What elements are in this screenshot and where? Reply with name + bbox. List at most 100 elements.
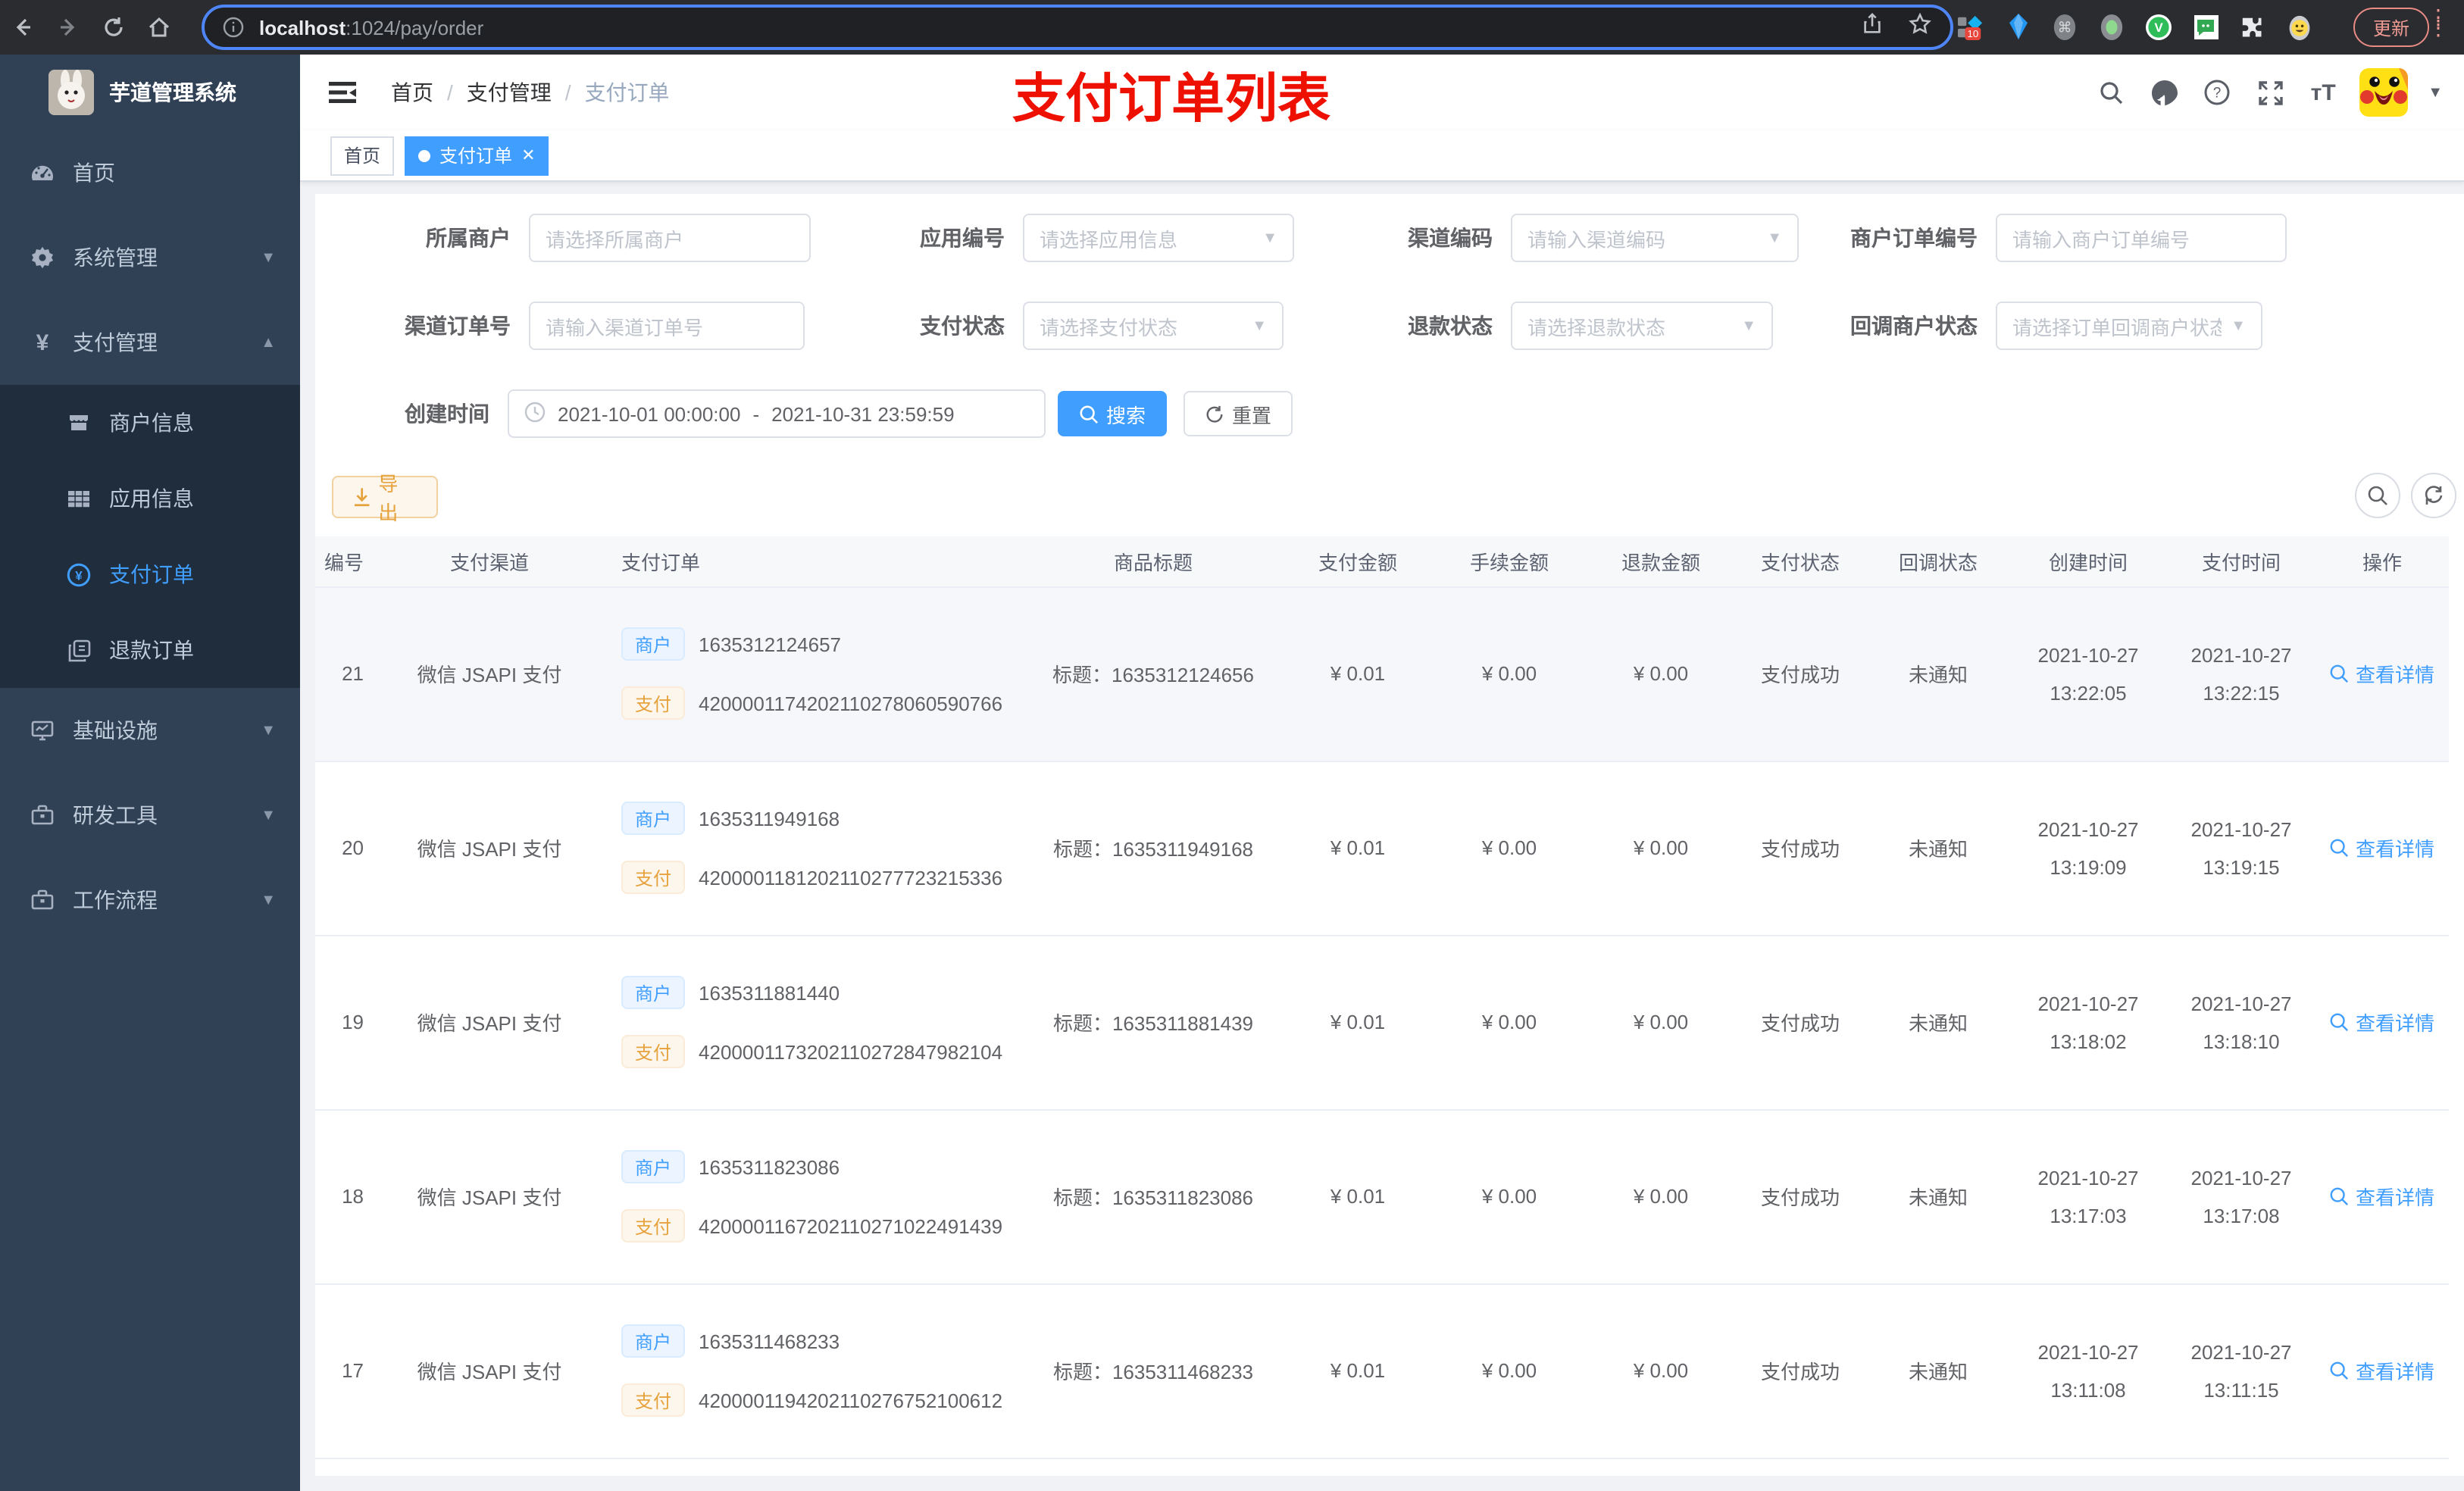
- view-detail-link[interactable]: 查看详情: [2330, 1182, 2434, 1211]
- cell-title: 标题：1635311881439: [1021, 935, 1285, 1110]
- cell-action: 查看详情: [2315, 935, 2449, 1110]
- sidebar-item-merchant-info[interactable]: 商户信息: [0, 385, 300, 461]
- view-detail-link[interactable]: 查看详情: [2330, 1008, 2434, 1036]
- copy-doc-icon: [67, 638, 91, 662]
- col-notify: 回调状态: [1867, 536, 2009, 587]
- cell-action: 查看详情: [2315, 586, 2449, 761]
- extension-badge: 10: [1967, 28, 1978, 39]
- channel-code-select[interactable]: 请输入渠道编码 ▼: [1511, 214, 1799, 262]
- profile-emoji-icon[interactable]: [2287, 14, 2312, 40]
- sidebar-item-pay[interactable]: ¥ 支付管理 ▲: [0, 300, 300, 385]
- help-icon[interactable]: ?: [2200, 76, 2234, 109]
- font-size-icon[interactable]: ᴛT: [2306, 76, 2340, 109]
- pay-tag: 支付: [621, 861, 686, 894]
- filter-app: 应用编号 请选择应用信息 ▼: [920, 214, 1294, 262]
- site-info-icon[interactable]: [223, 17, 244, 38]
- search-icon[interactable]: [2094, 76, 2128, 109]
- cell-channel: 微信 JSAPI 支付: [376, 761, 603, 936]
- user-avatar[interactable]: [2359, 68, 2409, 117]
- back-icon[interactable]: [0, 5, 45, 50]
- extensions-area: 10 ⌘ V: [1958, 0, 2312, 55]
- sidebar-item-devtools[interactable]: 研发工具 ▼: [0, 773, 300, 858]
- col-channel: 支付渠道: [376, 536, 603, 587]
- filter-merchant-order-no: 商户订单编号 请输入商户订单编号: [1850, 214, 2287, 262]
- reset-button[interactable]: 重置: [1184, 391, 1293, 436]
- toolbox-icon: [30, 803, 55, 827]
- app-logo[interactable]: 芋道管理系统: [0, 55, 300, 130]
- clock-icon: [524, 401, 546, 427]
- cell-fee: ¥ 0.00: [1431, 586, 1588, 761]
- active-dot: [418, 149, 431, 161]
- cell-fee: ¥ 0.00: [1431, 935, 1588, 1110]
- pay-status-select[interactable]: 请选择支付状态 ▼: [1023, 302, 1284, 350]
- hide-search-icon[interactable]: [2355, 473, 2400, 518]
- table-row: 20 微信 JSAPI 支付 商户 1635311949168 支付 42000…: [315, 761, 2449, 936]
- yen-circle-icon: ¥: [67, 562, 91, 586]
- view-detail-link[interactable]: 查看详情: [2330, 1356, 2434, 1385]
- extensions-puzzle-icon[interactable]: [2240, 14, 2265, 40]
- cell-create-time: 2021-10-27 13:17:03: [2009, 1109, 2167, 1284]
- sidebar-item-infra[interactable]: 基础设施 ▼: [0, 688, 300, 773]
- browser-menu-icon[interactable]: ⋮ ⋮: [2428, 6, 2449, 38]
- address-bar[interactable]: localhost:1024/pay/order: [202, 5, 1953, 50]
- extension-blocks-icon[interactable]: 10: [1958, 14, 1984, 40]
- chevron-down-icon: ▼: [2231, 317, 2246, 334]
- close-tag-icon[interactable]: ✕: [521, 145, 535, 165]
- app-select[interactable]: 请选择应用信息 ▼: [1023, 214, 1294, 262]
- forward-icon[interactable]: [45, 5, 91, 50]
- sidebar-item-refund-order[interactable]: 退款订单: [0, 612, 300, 688]
- sidebar-item-workflow[interactable]: 工作流程 ▼: [0, 858, 300, 942]
- avatar-caret-icon[interactable]: ▼: [2428, 84, 2443, 101]
- pay-tag: 支付: [621, 1035, 686, 1068]
- svg-text:¥: ¥: [75, 568, 83, 583]
- cell-channel: 微信 JSAPI 支付: [376, 1109, 603, 1284]
- pay-tag: 支付: [621, 1383, 686, 1417]
- cell-fee: ¥ 0.00: [1431, 761, 1588, 936]
- tag-pay-order[interactable]: 支付订单 ✕: [405, 136, 549, 175]
- refund-status-select[interactable]: 请选择退款状态 ▼: [1511, 302, 1773, 350]
- fullscreen-icon[interactable]: [2253, 76, 2287, 109]
- reload-icon[interactable]: [91, 5, 136, 50]
- search-button[interactable]: 搜索: [1058, 391, 1167, 436]
- date-range-input[interactable]: 2021-10-01 00:00:00 - 2021-10-31 23:59:5…: [508, 389, 1046, 438]
- page-annotation-title: 支付订单列表: [1012, 70, 1331, 129]
- export-button[interactable]: 导出: [332, 473, 438, 524]
- chevron-down-icon: ▼: [1741, 317, 1756, 334]
- filter-create-time: 创建时间 2021-10-01 00:00:00 - 2021-10-31 23…: [405, 389, 1046, 438]
- extension-vue-icon[interactable]: V: [2146, 14, 2172, 40]
- home-icon[interactable]: [136, 5, 182, 50]
- yen-icon: ¥: [36, 330, 49, 355]
- cell-id: 20: [315, 761, 376, 936]
- sidebar-item-system[interactable]: 系统管理 ▼: [0, 215, 300, 300]
- merchant-order-no-input[interactable]: 请输入商户订单编号: [1996, 214, 2287, 262]
- view-detail-link[interactable]: 查看详情: [2330, 833, 2434, 862]
- cell-fee: ¥ 0.00: [1431, 1109, 1588, 1284]
- channel-order-no-input[interactable]: 请输入渠道订单号: [529, 302, 805, 350]
- tag-home[interactable]: 首页: [330, 136, 395, 175]
- github-icon[interactable]: [2147, 76, 2181, 109]
- collapse-sidebar-icon[interactable]: [327, 77, 358, 108]
- sidebar-item-app-info[interactable]: 应用信息: [0, 461, 300, 536]
- filter-notify-status: 回调商户状态 请选择订单回调商户状态 ▼: [1850, 302, 2262, 350]
- breadcrumb-pay[interactable]: 支付管理: [467, 77, 552, 108]
- share-icon[interactable]: [1861, 12, 1884, 42]
- cell-amount: ¥ 0.01: [1285, 761, 1431, 936]
- sidebar-item-pay-order[interactable]: ¥ 支付订单: [0, 536, 300, 612]
- sidebar: 芋道管理系统 首页 系统管理 ▼ ¥ 支付管理 ▲ 商户信息 应用信息 ¥ 支付…: [0, 55, 300, 1491]
- extension-record-icon[interactable]: [2099, 14, 2125, 40]
- breadcrumb-home[interactable]: 首页: [391, 77, 433, 108]
- extension-command-icon[interactable]: ⌘: [2052, 14, 2078, 40]
- view-detail-link[interactable]: 查看详情: [2330, 659, 2434, 688]
- update-button[interactable]: 更新: [2353, 8, 2430, 47]
- extension-chat-icon[interactable]: [2193, 14, 2219, 40]
- notify-status-select[interactable]: 请选择订单回调商户状态 ▼: [1996, 302, 2262, 350]
- merchant-input[interactable]: 请选择所属商户: [529, 214, 811, 262]
- merchant-tag: 商户: [621, 627, 686, 661]
- cell-action: 查看详情: [2315, 761, 2449, 936]
- extension-balloon-icon[interactable]: [2005, 14, 2031, 40]
- bookmark-star-icon[interactable]: [1908, 11, 1932, 43]
- sidebar-item-home[interactable]: 首页: [0, 130, 300, 215]
- url-path: :1024/pay/order: [346, 16, 484, 39]
- refresh-icon[interactable]: [2411, 473, 2456, 518]
- date-start: 2021-10-01 00:00:00: [558, 402, 741, 425]
